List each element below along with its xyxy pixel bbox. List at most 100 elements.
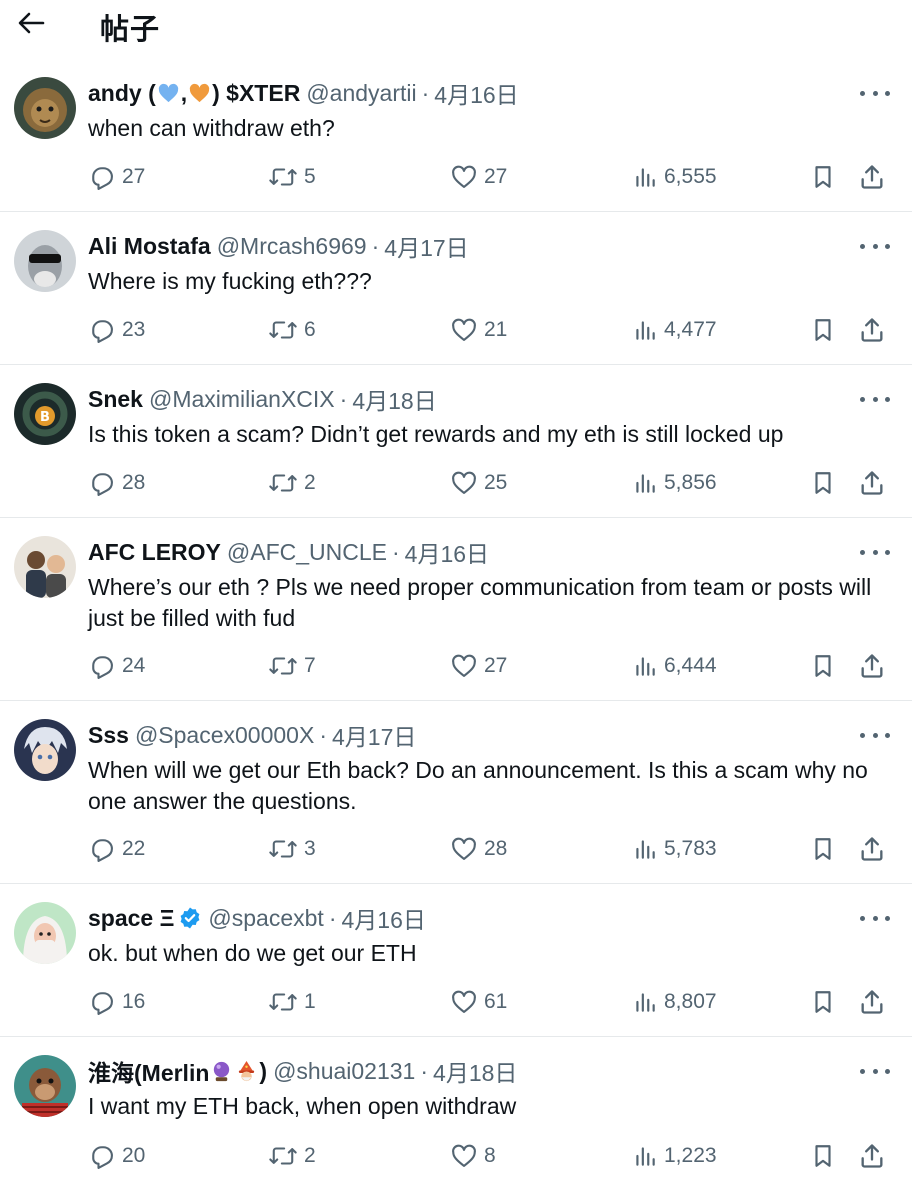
post-date[interactable]: 4月17日 [332, 718, 416, 752]
bookmark-button[interactable] [810, 987, 842, 1017]
user-handle[interactable]: @Mrcash6969 [217, 233, 367, 260]
post-header: AFC LEROY @AFC_UNCLE · 4月16日 [88, 535, 489, 569]
bookmark-icon [815, 838, 831, 860]
more-options-button[interactable] [860, 723, 890, 747]
views-button[interactable]: 6,555 [632, 162, 717, 192]
avatar[interactable] [14, 902, 76, 964]
bookmark-button[interactable] [810, 162, 842, 192]
separator-dot: · [339, 385, 348, 412]
avatar[interactable]: B [14, 383, 76, 445]
like-button[interactable]: 25 [450, 468, 507, 498]
post[interactable]: space Ξ @spacexbt · 4月16日 ok. but when d… [0, 884, 912, 1037]
user-handle[interactable]: @andyartii [306, 80, 416, 107]
reply-button[interactable]: 24 [88, 651, 145, 681]
avatar[interactable] [14, 1055, 76, 1117]
avatar[interactable] [14, 77, 76, 139]
user-handle[interactable]: @spacexbt [208, 905, 323, 932]
post-date[interactable]: 4月18日 [352, 382, 436, 416]
repost-button[interactable]: 2 [268, 1141, 316, 1171]
share-button[interactable] [858, 315, 892, 345]
share-button[interactable] [858, 834, 892, 864]
display-name[interactable]: Sss [88, 722, 129, 749]
repost-icon [269, 840, 297, 858]
avatar[interactable] [14, 719, 76, 781]
bookmark-button[interactable] [810, 651, 842, 681]
views-button[interactable]: 5,856 [632, 468, 717, 498]
avatar[interactable] [14, 230, 76, 292]
like-button[interactable]: 27 [450, 651, 507, 681]
like-button[interactable]: 27 [450, 162, 507, 192]
post-date[interactable]: 4月16日 [434, 76, 518, 110]
views-button[interactable]: 5,783 [632, 834, 717, 864]
like-button[interactable]: 8 [450, 1141, 496, 1171]
like-icon [452, 165, 476, 188]
more-options-button[interactable] [860, 906, 890, 930]
verified-badge-icon [178, 906, 202, 930]
share-button[interactable] [858, 468, 892, 498]
post[interactable]: B Snek @MaximilianXCIX · 4月18日 Is this t… [0, 365, 912, 518]
avatar[interactable] [14, 536, 76, 598]
post[interactable]: 淮海(Merlin) @shuai02131 · 4月18日 I want my… [0, 1037, 912, 1190]
like-icon [452, 471, 476, 494]
user-handle[interactable]: @shuai02131 [273, 1058, 415, 1085]
share-button[interactable] [858, 987, 892, 1017]
back-button[interactable] [14, 8, 48, 38]
like-button[interactable]: 21 [450, 315, 507, 345]
post-date[interactable]: 4月18日 [433, 1054, 517, 1088]
bookmark-button[interactable] [810, 315, 842, 345]
user-handle[interactable]: @Spacex00000X [135, 722, 314, 749]
post-date[interactable]: 4月17日 [384, 229, 468, 263]
reply-button[interactable]: 28 [88, 468, 145, 498]
display-name[interactable]: Ali Mostafa [88, 233, 211, 260]
post-date[interactable]: 4月16日 [405, 535, 489, 569]
repost-button[interactable]: 7 [268, 651, 316, 681]
view-count: 8,807 [664, 990, 717, 1013]
repost-button[interactable]: 2 [268, 468, 316, 498]
user-handle[interactable]: @MaximilianXCIX [149, 386, 335, 413]
share-button[interactable] [858, 162, 892, 192]
repost-icon [269, 657, 297, 675]
views-button[interactable]: 1,223 [632, 1141, 717, 1171]
display-name[interactable]: AFC LEROY [88, 539, 221, 566]
post[interactable]: Sss @Spacex00000X · 4月17日 When will we g… [0, 701, 912, 884]
bookmark-button[interactable] [810, 1141, 842, 1171]
display-name[interactable]: andy (,) $XTER [88, 80, 300, 107]
like-icon [452, 318, 476, 341]
views-button[interactable]: 6,444 [632, 651, 717, 681]
more-options-button[interactable] [860, 540, 890, 564]
reply-button[interactable]: 27 [88, 162, 145, 192]
display-name[interactable]: space Ξ [88, 905, 174, 932]
repost-button[interactable]: 6 [268, 315, 316, 345]
display-name[interactable]: Snek [88, 386, 143, 413]
reply-button[interactable]: 23 [88, 315, 145, 345]
post[interactable]: andy (,) $XTER @andyartii · 4月16日 when c… [0, 59, 912, 212]
reply-button[interactable]: 20 [88, 1141, 145, 1171]
post[interactable]: AFC LEROY @AFC_UNCLE · 4月16日 Where’s our… [0, 518, 912, 701]
like-button[interactable]: 61 [450, 987, 507, 1017]
reply-button[interactable]: 22 [88, 834, 145, 864]
post-header: Ali Mostafa @Mrcash6969 · 4月17日 [88, 229, 469, 263]
display-name[interactable]: 淮海(Merlin) [88, 1054, 267, 1088]
bookmark-button[interactable] [810, 834, 842, 864]
more-options-button[interactable] [860, 81, 890, 105]
views-button[interactable]: 8,807 [632, 987, 717, 1017]
bookmark-button[interactable] [810, 468, 842, 498]
page-title: 帖子 [100, 14, 161, 46]
views-button[interactable]: 4,477 [632, 315, 717, 345]
repost-button[interactable]: 5 [268, 162, 316, 192]
like-button[interactable]: 28 [450, 834, 507, 864]
share-button[interactable] [858, 1141, 892, 1171]
repost-count: 2 [304, 1144, 316, 1167]
reply-button[interactable]: 16 [88, 987, 145, 1017]
more-options-button[interactable] [860, 234, 890, 258]
post[interactable]: Ali Mostafa @Mrcash6969 · 4月17日 Where is… [0, 212, 912, 365]
share-icon [861, 837, 883, 861]
user-handle[interactable]: @AFC_UNCLE [227, 539, 387, 566]
separator-dot: · [421, 79, 430, 106]
more-options-button[interactable] [860, 1059, 890, 1083]
more-options-button[interactable] [860, 387, 890, 411]
repost-button[interactable]: 3 [268, 834, 316, 864]
post-date[interactable]: 4月16日 [342, 901, 426, 935]
repost-button[interactable]: 1 [268, 987, 316, 1017]
share-button[interactable] [858, 651, 892, 681]
